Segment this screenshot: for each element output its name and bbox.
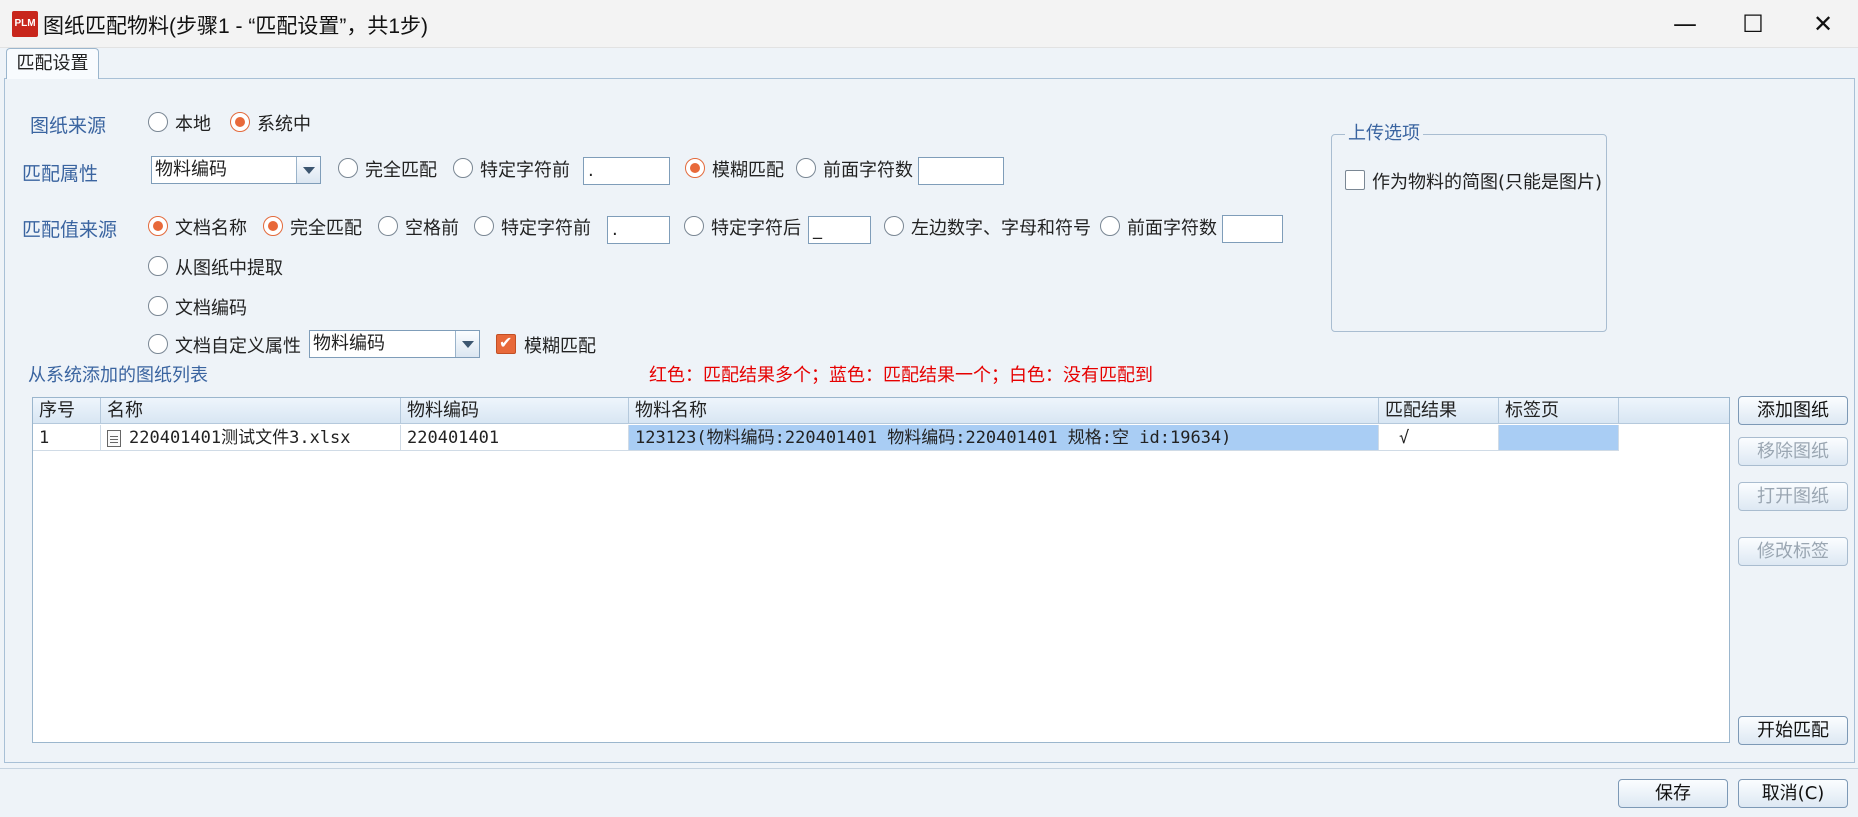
footer-divider <box>0 768 1858 769</box>
chevron-down-icon[interactable] <box>455 331 479 357</box>
match-attr-fuzzy-radio[interactable] <box>685 158 705 178</box>
plm-app-icon: PLM <box>12 11 38 37</box>
match-value-source-label: 匹配值来源 <box>22 219 118 241</box>
value-source-custom-attr-radio[interactable] <box>148 334 168 354</box>
value-source-docname-radio[interactable] <box>148 216 168 236</box>
value-before-char-input[interactable]: . <box>607 216 670 244</box>
value-before-space-label: 空格前 <box>405 218 459 239</box>
value-source-extract-radio[interactable] <box>148 256 168 276</box>
tab-match-settings[interactable]: 匹配设置 <box>6 48 99 79</box>
open-drawing-button[interactable]: 打开图纸 <box>1738 482 1848 511</box>
match-attr-before-char-label: 特定字符前 <box>480 160 570 181</box>
col-tab-page-header[interactable]: 标签页 <box>1499 398 1619 424</box>
row-index-cell[interactable]: 1 <box>33 425 101 451</box>
value-after-char-label: 特定字符后 <box>711 218 801 239</box>
custom-attr-combo-value: 物料编码 <box>313 333 385 354</box>
thumbnail-label: 作为物料的简图(只能是图片) <box>1372 172 1603 193</box>
col-index-header[interactable]: 序号 <box>33 398 101 424</box>
value-exact-radio[interactable] <box>263 216 283 236</box>
value-prefix-count-input[interactable] <box>1222 215 1283 243</box>
value-before-char-radio[interactable] <box>474 216 494 236</box>
save-button[interactable]: 保存 <box>1618 779 1728 808</box>
value-left-alnum-label: 左边数字、字母和符号 <box>911 218 1091 239</box>
drawing-table[interactable]: 序号 名称 物料编码 物料名称 匹配结果 标签页 1 220401401测试文件… <box>32 397 1730 743</box>
table-header: 序号 名称 物料编码 物料名称 匹配结果 标签页 <box>33 398 1729 424</box>
chevron-down-icon[interactable] <box>296 157 320 183</box>
add-drawing-button[interactable]: 添加图纸 <box>1738 396 1848 425</box>
match-color-legend: 红色：匹配结果多个；蓝色：匹配结果一个；白色：没有匹配到 <box>649 365 1153 386</box>
minimize-button[interactable]: — <box>1650 0 1720 48</box>
row-code-cell[interactable]: 220401401 <box>401 425 629 451</box>
value-prefix-count-label: 前面字符数 <box>1127 218 1217 239</box>
match-attr-label: 匹配属性 <box>22 163 99 185</box>
match-attr-special-char-input[interactable]: . <box>583 157 670 185</box>
window-title: 图纸匹配物料(步骤1 - “匹配设置”，共1步) <box>43 15 428 38</box>
match-attr-fuzzy-label: 模糊匹配 <box>712 160 784 181</box>
match-attr-prefix-count-label: 前面字符数 <box>823 160 913 181</box>
value-after-char-radio[interactable] <box>684 216 704 236</box>
start-match-button[interactable]: 开始匹配 <box>1738 716 1848 745</box>
source-label: 图纸来源 <box>30 115 107 137</box>
row-tab-page-cell[interactable] <box>1499 425 1619 451</box>
fuzzy-match-label: 模糊匹配 <box>524 336 596 357</box>
match-attr-before-char-radio[interactable] <box>453 158 473 178</box>
drawing-list-title: 从系统添加的图纸列表 <box>28 365 208 386</box>
col-name-header[interactable]: 名称 <box>101 398 401 424</box>
match-attr-prefix-count-radio[interactable] <box>796 158 816 178</box>
match-attr-prefix-count-input[interactable] <box>918 157 1004 185</box>
thumbnail-checkbox[interactable] <box>1345 170 1365 190</box>
value-before-char-label: 特定字符前 <box>501 218 591 239</box>
match-attr-exact-label: 完全匹配 <box>365 160 437 181</box>
match-attr-combo-value: 物料编码 <box>155 159 227 180</box>
col-result-header[interactable]: 匹配结果 <box>1379 398 1499 424</box>
source-local-radio[interactable] <box>148 112 168 132</box>
value-source-docname-label: 文档名称 <box>175 218 247 239</box>
row-result-cell[interactable]: √ <box>1379 425 1499 451</box>
custom-attr-combo[interactable]: 物料编码 <box>309 330 480 358</box>
source-system-label: 系统中 <box>257 114 311 135</box>
value-source-doccode-radio[interactable] <box>148 296 168 316</box>
maximize-button[interactable]: ☐ <box>1718 0 1788 48</box>
row-name-cell[interactable]: 220401401测试文件3.xlsx <box>101 425 401 451</box>
source-system-radio[interactable] <box>230 112 250 132</box>
match-attr-exact-radio[interactable] <box>338 158 358 178</box>
row-name-text: 220401401测试文件3.xlsx <box>129 428 351 448</box>
close-button[interactable]: ✕ <box>1788 0 1858 48</box>
edit-tag-button[interactable]: 修改标签 <box>1738 537 1848 566</box>
value-exact-label: 完全匹配 <box>290 218 362 239</box>
value-source-doccode-label: 文档编码 <box>175 298 247 319</box>
col-code-header[interactable]: 物料编码 <box>401 398 629 424</box>
remove-drawing-button[interactable]: 移除图纸 <box>1738 437 1848 466</box>
source-local-label: 本地 <box>175 114 211 135</box>
value-left-alnum-radio[interactable] <box>884 216 904 236</box>
col-material-name-header[interactable]: 物料名称 <box>629 398 1379 424</box>
cancel-button[interactable]: 取消(C) <box>1738 779 1848 808</box>
title-bar: PLM 图纸匹配物料(步骤1 - “匹配设置”，共1步) — ☐ ✕ <box>0 0 1858 48</box>
value-before-space-radio[interactable] <box>378 216 398 236</box>
fuzzy-match-checkbox[interactable] <box>496 333 516 354</box>
value-source-extract-label: 从图纸中提取 <box>175 258 283 279</box>
value-after-char-input[interactable]: _ <box>808 216 871 244</box>
document-icon <box>107 429 121 447</box>
value-source-custom-attr-label: 文档自定义属性 <box>175 336 301 357</box>
row-material-name-cell[interactable]: 123123(物料编码:220401401 物料编码:220401401 规格:… <box>629 425 1379 451</box>
upload-options-group <box>1331 134 1607 332</box>
value-prefix-count-radio[interactable] <box>1100 216 1120 236</box>
match-attr-combo[interactable]: 物料编码 <box>151 156 321 184</box>
upload-options-title: 上传选项 <box>1345 119 1423 145</box>
